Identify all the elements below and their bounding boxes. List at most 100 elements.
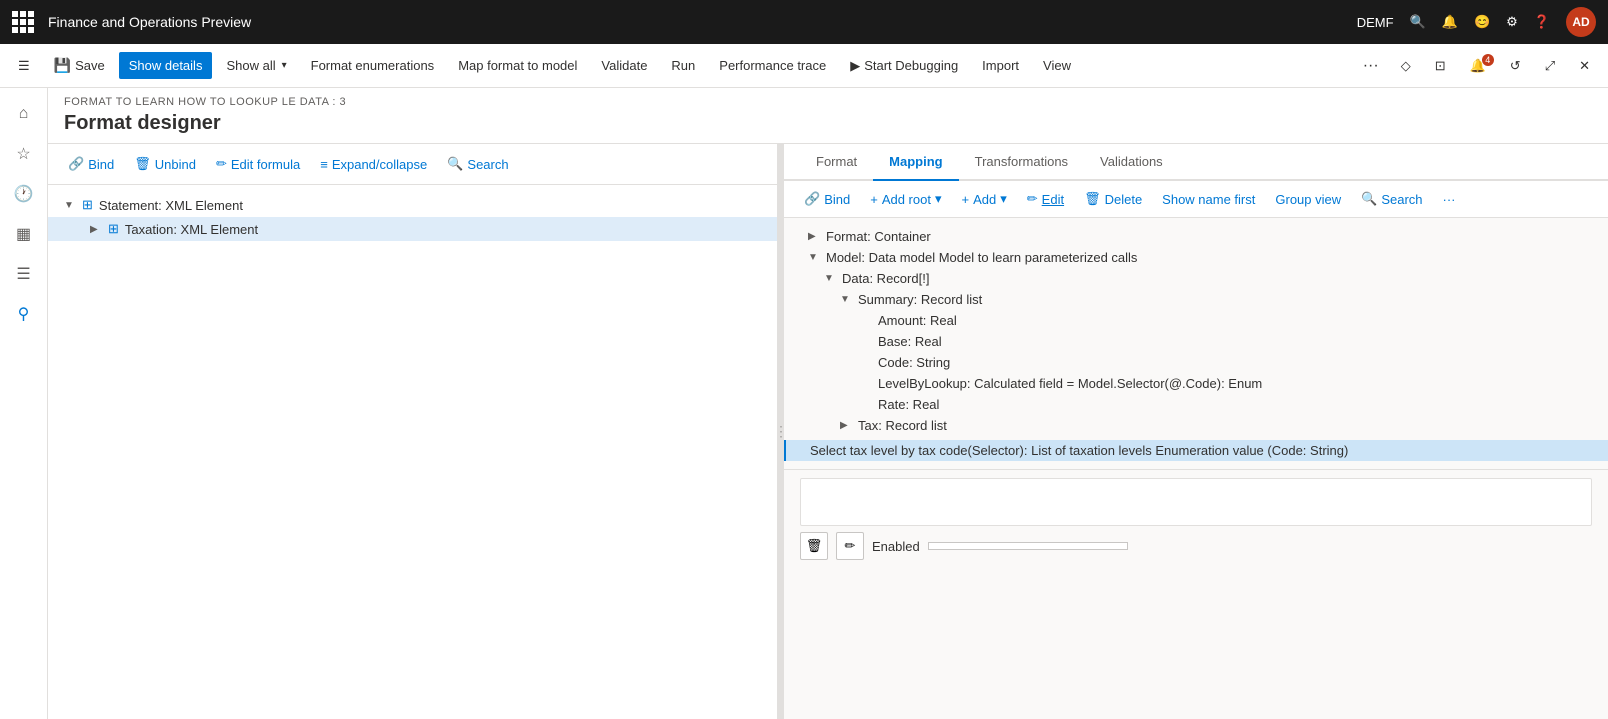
- bind-button[interactable]: 🔗 Bind: [60, 152, 122, 176]
- enabled-input[interactable]: [928, 542, 1128, 550]
- view-button[interactable]: View: [1033, 52, 1081, 79]
- sidebar-list-icon[interactable]: ☰: [6, 256, 42, 292]
- sidebar-clock-icon[interactable]: 🕐: [6, 176, 42, 212]
- user-icon[interactable]: 😊: [1474, 14, 1490, 30]
- tree-item-statement[interactable]: ▼ ⊞ Statement: XML Element: [48, 193, 777, 217]
- notification-icon[interactable]: 🔔: [1442, 14, 1458, 30]
- right-bind-button[interactable]: 🔗 Bind: [796, 187, 858, 211]
- code-label: Code: String: [878, 355, 950, 370]
- left-panel: 🔗 Bind 🗑 Unbind ✏ Edit formula ≡ Expand/…: [48, 144, 778, 719]
- hamburger-menu-button[interactable]: ☰: [8, 52, 40, 80]
- help-icon[interactable]: ❓: [1534, 14, 1550, 30]
- add-chevron: ▾: [1000, 191, 1007, 207]
- app-grid-icon[interactable]: [12, 11, 34, 33]
- link-icon-right: 🔗: [804, 191, 820, 207]
- right-panel: Format Mapping Transformations Validatio…: [784, 144, 1608, 719]
- edit-bottom-button[interactable]: ✏: [836, 532, 864, 560]
- group-view-button[interactable]: Group view: [1267, 188, 1349, 211]
- trash-icon-right: 🗑: [1084, 191, 1101, 207]
- right-tree-tax[interactable]: ▶ Tax: Record list: [784, 415, 1608, 436]
- start-debugging-button[interactable]: ▶ Start Debugging: [840, 52, 968, 80]
- right-search-button[interactable]: 🔍 Search: [1353, 187, 1430, 211]
- right-tree-rate[interactable]: Rate: Real: [784, 394, 1608, 415]
- right-delete-button[interactable]: 🗑 Delete: [1076, 187, 1150, 211]
- sidebar-calendar-icon[interactable]: ▦: [6, 216, 42, 252]
- xml-icon-statement: ⊞: [82, 197, 93, 213]
- left-search-button[interactable]: 🔍 Search: [439, 152, 516, 176]
- right-tree-data[interactable]: ▼ Data: Record[!]: [784, 268, 1608, 289]
- right-edit-button[interactable]: ✏ Edit: [1019, 187, 1072, 211]
- page-title: Format designer: [64, 112, 1592, 135]
- validate-button[interactable]: Validate: [591, 52, 657, 79]
- tree-item-label: Statement: XML Element: [99, 198, 243, 213]
- tab-mapping[interactable]: Mapping: [873, 144, 958, 181]
- xml-icon-taxation: ⊞: [108, 221, 119, 237]
- enabled-row: 🗑 ✏ Enabled: [800, 532, 1592, 560]
- title-right: DEMF 🔍 🔔 😊 ⚙ ❓ AD: [1357, 7, 1596, 37]
- refresh-icon[interactable]: ↺: [1500, 52, 1531, 80]
- debug-icon: ▶: [850, 58, 860, 74]
- sidebar-filter-icon[interactable]: ⚲: [6, 296, 42, 332]
- base-label: Base: Real: [878, 334, 942, 349]
- content-area: FORMAT TO LEARN HOW TO LOOKUP LE DATA : …: [48, 88, 1608, 719]
- right-tree-summary[interactable]: ▼ Summary: Record list: [784, 289, 1608, 310]
- tab-validations[interactable]: Validations: [1084, 144, 1179, 181]
- panels: 🔗 Bind 🗑 Unbind ✏ Edit formula ≡ Expand/…: [48, 144, 1608, 719]
- chevron-tax: ▶: [840, 420, 852, 431]
- show-name-first-button[interactable]: Show name first: [1154, 188, 1263, 211]
- tab-format[interactable]: Format: [800, 144, 873, 181]
- performance-trace-button[interactable]: Performance trace: [709, 52, 836, 79]
- format-enumerations-button[interactable]: Format enumerations: [301, 52, 445, 79]
- rate-label: Rate: Real: [878, 397, 939, 412]
- right-tree-amount[interactable]: Amount: Real: [784, 310, 1608, 331]
- right-content: ▶ Format: Container ▼ Model: Data model …: [784, 218, 1608, 719]
- avatar[interactable]: AD: [1566, 7, 1596, 37]
- right-tree-model[interactable]: ▼ Model: Data model Model to learn param…: [784, 247, 1608, 268]
- model-label: Model: Data model Model to learn paramet…: [826, 250, 1137, 265]
- edit-formula-button[interactable]: ✏ Edit formula: [208, 152, 308, 176]
- bottom-panel: 🗑 ✏ Enabled: [784, 469, 1608, 568]
- tab-transformations[interactable]: Transformations: [959, 144, 1084, 181]
- tree-item-taxation[interactable]: ▶ ⊞ Taxation: XML Element: [48, 217, 777, 241]
- add-button[interactable]: + Add ▾: [954, 187, 1015, 211]
- ellipsis-icon[interactable]: ···: [1355, 51, 1387, 81]
- search-icon-right: 🔍: [1361, 191, 1377, 207]
- command-bar: ☰ 💾 Save Show details Show all ▾ Format …: [0, 44, 1608, 88]
- right-ellipsis-button[interactable]: ···: [1435, 188, 1464, 211]
- sidebar-home-icon[interactable]: ⌂: [6, 96, 42, 132]
- right-tree-base[interactable]: Base: Real: [784, 331, 1608, 352]
- expand-collapse-button[interactable]: ≡ Expand/collapse: [312, 153, 435, 176]
- run-button[interactable]: Run: [661, 52, 705, 79]
- right-tree-levelbylookup[interactable]: LevelByLookup: Calculated field = Model.…: [784, 373, 1608, 394]
- save-button[interactable]: 💾 Save: [44, 51, 115, 80]
- right-tree-code[interactable]: Code: String: [784, 352, 1608, 373]
- map-format-button[interactable]: Map format to model: [448, 52, 587, 79]
- badge-icon[interactable]: 🔔 4: [1460, 52, 1496, 80]
- unbind-button[interactable]: 🗑 Unbind: [126, 152, 204, 176]
- panel-icon[interactable]: ⊡: [1425, 52, 1456, 80]
- left-panel-toolbar: 🔗 Bind 🗑 Unbind ✏ Edit formula ≡ Expand/…: [48, 144, 777, 185]
- import-button[interactable]: Import: [972, 52, 1029, 79]
- main-layout: ⌂ ☆ 🕐 ▦ ☰ ⚲ FORMAT TO LEARN HOW TO LOOKU…: [0, 88, 1608, 719]
- title-bar: Finance and Operations Preview DEMF 🔍 🔔 …: [0, 0, 1608, 44]
- chevron-taxation: ▶: [90, 224, 102, 235]
- search-icon[interactable]: 🔍: [1410, 14, 1426, 30]
- diamond-icon[interactable]: ◇: [1391, 52, 1421, 80]
- sidebar-star-icon[interactable]: ☆: [6, 136, 42, 172]
- tax-label: Tax: Record list: [858, 418, 947, 433]
- save-icon: 💾: [54, 57, 71, 74]
- right-tree-format[interactable]: ▶ Format: Container: [784, 226, 1608, 247]
- right-tree-formula-selected[interactable]: Select tax level by tax code(Selector): …: [784, 440, 1608, 461]
- chevron-statement: ▼: [64, 200, 76, 211]
- settings-icon[interactable]: ⚙: [1506, 14, 1518, 30]
- show-all-button[interactable]: Show all ▾: [216, 52, 296, 79]
- amount-label: Amount: Real: [878, 313, 957, 328]
- maximize-icon[interactable]: ⤢: [1535, 52, 1565, 80]
- add-root-button[interactable]: + Add root ▾: [862, 187, 949, 211]
- chevron-model: ▼: [808, 252, 820, 263]
- left-tree: ▼ ⊞ Statement: XML Element ▶ ⊞ Taxation:…: [48, 185, 777, 719]
- close-icon[interactable]: ✕: [1569, 52, 1600, 80]
- delete-bottom-button[interactable]: 🗑: [800, 532, 828, 560]
- show-details-button[interactable]: Show details: [119, 52, 213, 79]
- levelbylookup-label: LevelByLookup: Calculated field = Model.…: [878, 376, 1262, 391]
